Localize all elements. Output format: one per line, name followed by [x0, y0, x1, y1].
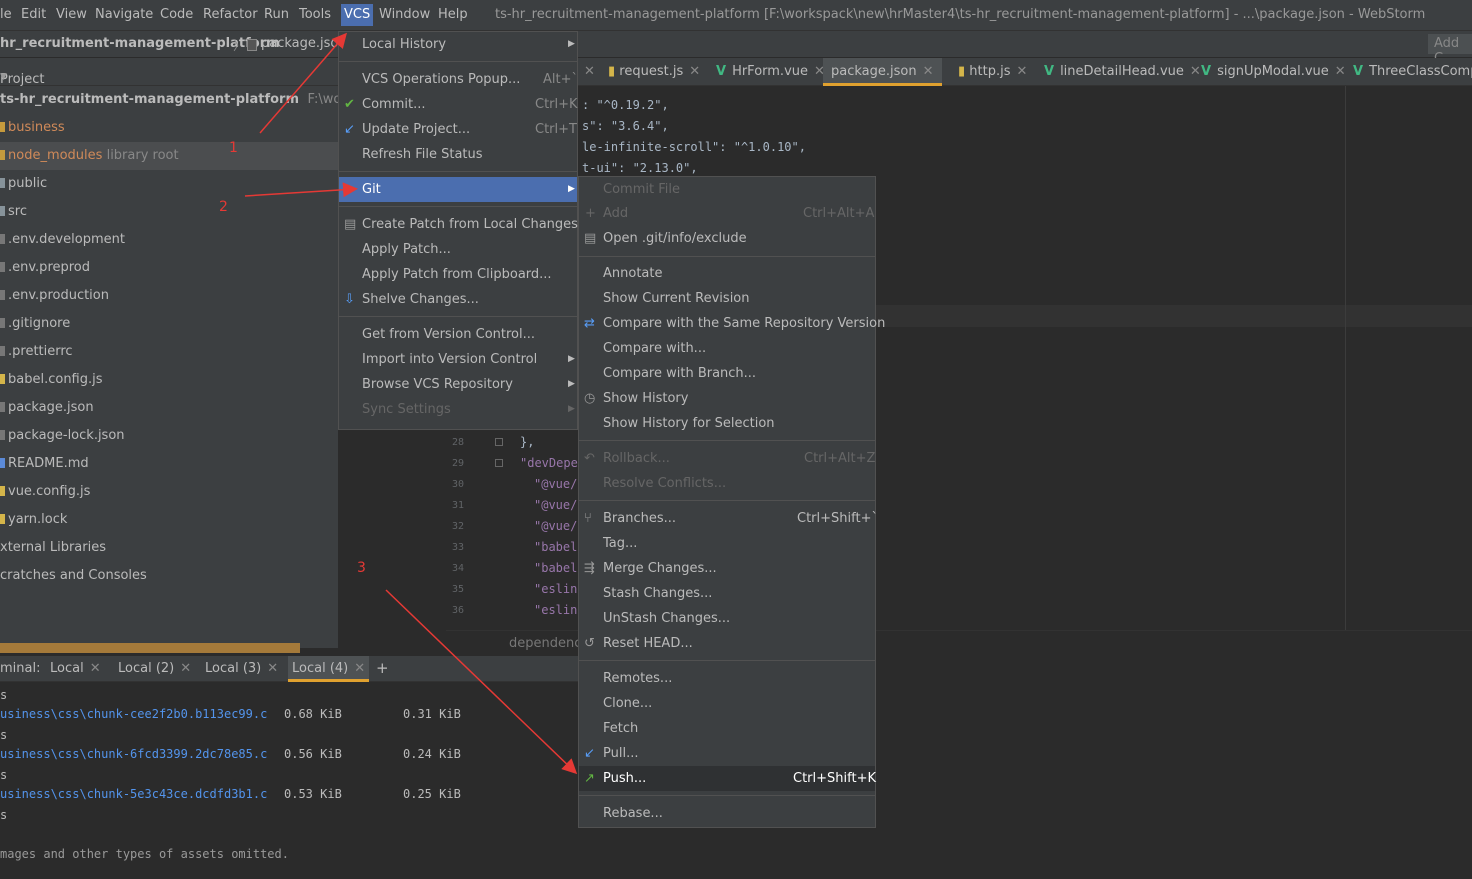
- annotation-arrow-3: [385, 589, 578, 775]
- annotation-number-2: 2: [219, 199, 228, 215]
- annotation-number-1: 1: [229, 140, 238, 156]
- annotation-arrows: [244, 32, 578, 775]
- annotation-arrow-1: [259, 32, 347, 134]
- annotation-arrow-2: [244, 182, 358, 198]
- annotation-number-3: 3: [357, 560, 366, 576]
